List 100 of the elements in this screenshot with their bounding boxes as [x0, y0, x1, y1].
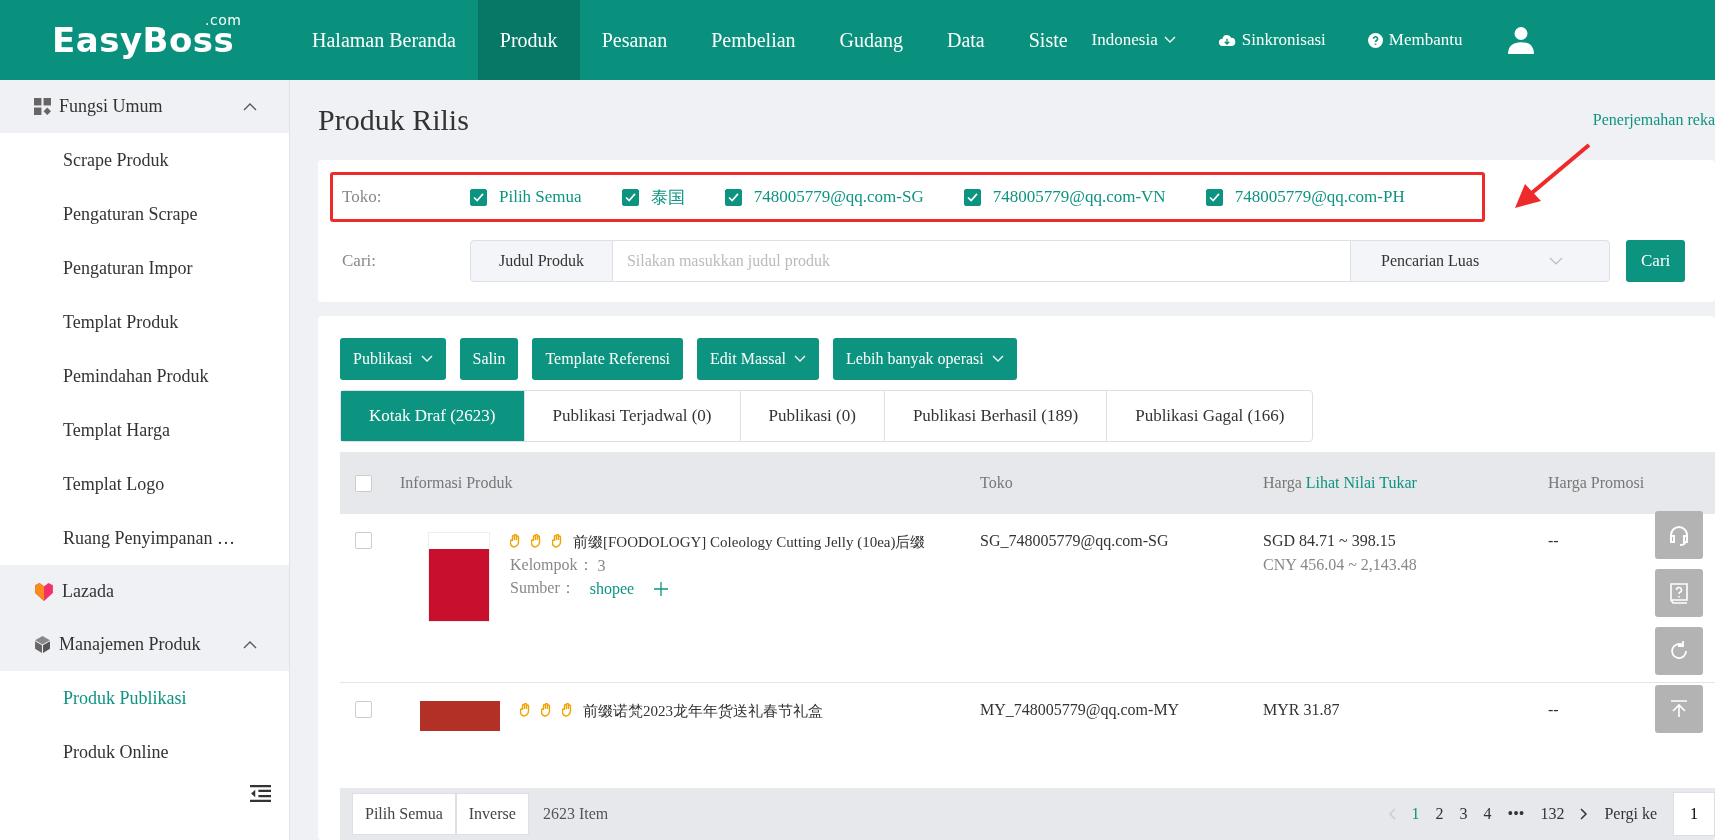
status-tab[interactable]: Publikasi Terjadwal (0)	[524, 391, 741, 441]
action-button[interactable]: Lebih banyak operasi	[833, 338, 1017, 380]
status-tab[interactable]: Publikasi Gagal (166)	[1107, 391, 1313, 441]
search-button[interactable]: Cari	[1626, 240, 1686, 282]
promo-price-cell-text: --	[1548, 701, 1560, 719]
page-number[interactable]: •••	[1507, 805, 1525, 823]
shop-checkbox[interactable]: 748005779@qq.com-PH	[1205, 187, 1405, 207]
sidebar-item[interactable]: Produk Publikasi	[0, 671, 289, 725]
nav-tab[interactable]: Halaman Beranda	[290, 0, 478, 80]
price-cell-text: SGD 84.71 ~ 398.15	[1263, 532, 1397, 550]
hand-icon	[552, 534, 563, 548]
checkbox[interactable]	[724, 188, 742, 206]
checkbox[interactable]	[1205, 188, 1223, 206]
page-number[interactable]: 132	[1540, 805, 1565, 823]
column-header: Toko	[980, 474, 1014, 492]
page-title: Produk Rilis	[318, 103, 469, 137]
headset-icon	[1667, 523, 1691, 547]
hand-icon	[510, 534, 521, 548]
language-menu[interactable]: Indonesia	[1091, 30, 1176, 50]
page-input[interactable]: 1	[1673, 792, 1715, 836]
cube-icon	[34, 636, 51, 653]
shop-checkbox[interactable]: 748005779@qq.com-SG	[724, 187, 924, 207]
product-title[interactable]: 前缀[FOODOLOGY] Coleology Cutting Jelly (10ea)后缀	[573, 534, 926, 550]
promo-price-cell-text: --	[1548, 532, 1560, 550]
group-label: Kelompok：	[510, 555, 594, 576]
chevron-down-icon	[1163, 36, 1176, 44]
group-value: 3	[597, 556, 606, 575]
book-icon	[1667, 581, 1691, 605]
sidebar-group[interactable]: Manajemen Produk	[0, 618, 289, 671]
check-icon	[966, 192, 978, 202]
column-header: Harga	[1263, 474, 1302, 491]
shop-checkbox[interactable]: 748005779@qq.com-VN	[963, 187, 1166, 207]
column-header: Harga Promosi	[1548, 474, 1646, 492]
checkbox[interactable]	[963, 188, 981, 206]
hand-icon	[541, 703, 552, 717]
checkbox[interactable]	[621, 188, 639, 206]
sidebar-item[interactable]: Pengaturan Scrape	[0, 187, 289, 241]
hand-icon	[531, 534, 542, 548]
hand-icon	[520, 703, 531, 717]
shop-checkbox[interactable]: Pilih Semua	[470, 187, 582, 207]
column-header: Informasi Produk	[400, 474, 514, 492]
check-icon	[624, 192, 636, 202]
check-icon	[727, 192, 739, 202]
row-checkbox[interactable]	[355, 701, 372, 718]
action-button[interactable]: Template Referensi	[532, 338, 684, 380]
action-button[interactable]: Publikasi	[340, 338, 446, 380]
plus-icon[interactable]	[654, 581, 669, 596]
search-type-select[interactable]: Judul Produk	[470, 240, 613, 282]
select-all-checkbox[interactable]	[355, 474, 372, 492]
nav-tab[interactable]: Gudang	[817, 0, 925, 80]
help-icon	[1367, 32, 1383, 48]
sidebar-item[interactable]: Pengaturan Impor	[0, 241, 289, 295]
sync-link[interactable]: Sinkronisasi	[1217, 30, 1326, 50]
chevron-up-icon	[243, 640, 257, 649]
shop-checkbox[interactable]: 泰国	[621, 185, 685, 209]
nav-tab[interactable]: Pesanan	[579, 0, 690, 80]
status-tab[interactable]: Publikasi Berhasil (189)	[884, 391, 1108, 441]
status-tab[interactable]: Publikasi (0)	[740, 391, 885, 441]
search-field[interactable]: Silakan masukkan judul produk	[612, 240, 1350, 282]
chevron-down-icon	[991, 355, 1004, 363]
page-number[interactable]: 3	[1459, 805, 1468, 823]
action-button[interactable]: Salin	[459, 338, 519, 380]
source-label: Sumber：	[510, 578, 576, 598]
refresh-button[interactable]	[1655, 627, 1703, 675]
sidebar-item[interactable]: Templat Harga	[0, 403, 289, 457]
checkbox[interactable]	[470, 188, 487, 206]
chevron-up-icon	[243, 102, 257, 111]
sidebar-item[interactable]: Templat Produk	[0, 295, 289, 349]
user-icon[interactable]	[1508, 26, 1535, 54]
inverse-button[interactable]: Inverse	[455, 793, 529, 835]
source-link[interactable]: shopee	[589, 579, 635, 598]
back-to-top-button[interactable]	[1655, 685, 1703, 733]
page-number[interactable]: 2	[1435, 805, 1444, 823]
sidebar-item[interactable]: Pemindahan Produk	[0, 349, 289, 403]
nav-tab[interactable]: Data	[924, 0, 1007, 80]
guide-button[interactable]	[1655, 569, 1703, 617]
sidebar-group[interactable]: Lazada	[0, 565, 289, 618]
nav-tab[interactable]: Produk	[477, 0, 580, 80]
help-link[interactable]: Membantu	[1367, 30, 1463, 50]
sidebar-item[interactable]: Templat Logo	[0, 457, 289, 511]
hand-icon	[562, 703, 573, 717]
sidebar-item[interactable]: Produk Online	[0, 725, 289, 779]
support-button[interactable]	[1655, 511, 1703, 559]
select-all-button[interactable]: Pilih Semua	[352, 793, 456, 835]
sidebar-item[interactable]: Scrape Produk	[0, 133, 289, 187]
nav-tab[interactable]: Siste	[1006, 0, 1090, 80]
check-icon	[1208, 192, 1220, 202]
check-icon	[473, 192, 484, 202]
row-checkbox[interactable]	[355, 532, 372, 549]
status-tab[interactable]: Kotak Draf (2623)	[341, 391, 525, 441]
collapse-menu-icon[interactable]	[250, 785, 271, 802]
sidebar-item[interactable]: Ruang Penyimpanan …	[0, 511, 289, 565]
heart-icon	[34, 581, 54, 602]
nav-tab[interactable]: Pembelian	[689, 0, 818, 80]
sidebar-group[interactable]: Fungsi Umum	[0, 80, 289, 133]
product-title[interactable]: 前缀诺梵2023龙年年货送礼春节礼盒	[583, 703, 823, 719]
page-number[interactable]: 4	[1483, 805, 1492, 823]
search-mode-select[interactable]: Pencarian Luas	[1350, 240, 1610, 282]
action-button[interactable]: Edit Massal	[697, 338, 820, 380]
next-page-icon[interactable]	[1580, 808, 1589, 820]
